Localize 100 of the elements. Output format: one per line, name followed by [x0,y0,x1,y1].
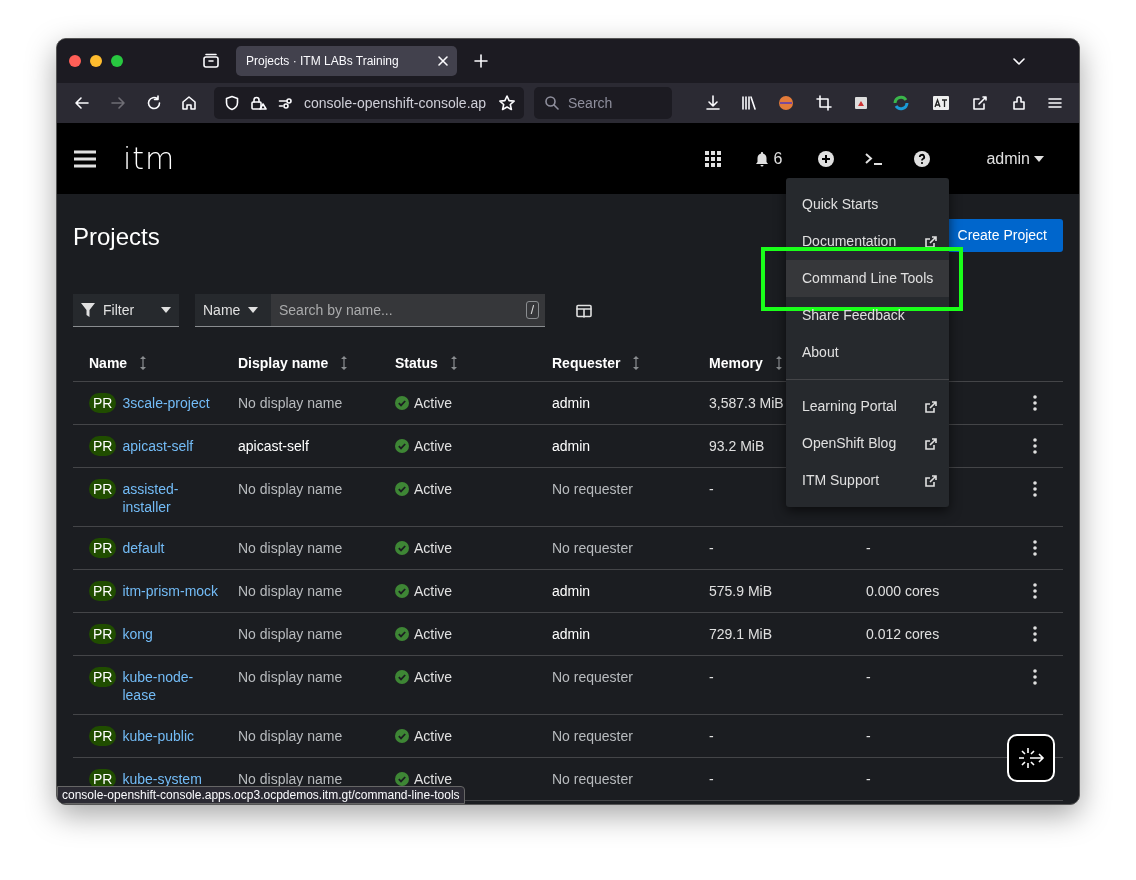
requester-name: No requester [552,481,633,497]
requester-name: admin [552,438,591,454]
memory-value: - [709,540,714,556]
search-placeholder: Search [568,93,613,113]
column-header[interactable]: Display name [238,353,329,373]
external-link-icon [925,400,937,413]
browser-tab[interactable]: Projects · ITM LABs Training [236,46,457,76]
display-name: No display name [238,626,343,642]
user-menu[interactable]: admin [986,146,1044,171]
requester-name: admin [552,395,591,411]
memory-value: - [709,728,714,744]
external-link-icon [925,437,937,450]
sort-icon[interactable] [449,356,458,370]
external-link-icon [925,235,937,248]
window-control-icon[interactable] [111,55,123,67]
notifications-button[interactable]: 6 [753,146,783,171]
quick-start-button[interactable] [1007,734,1055,782]
menu-item[interactable]: OpenShift Blog [786,425,949,462]
close-icon[interactable] [437,55,449,67]
status-text: Active [414,625,453,644]
check-circle-icon [395,541,409,555]
project-link[interactable]: assisted-installer [122,479,222,516]
cpu-value: 0.012 cores [866,626,940,642]
attribute-dropdown[interactable]: Name [195,294,271,327]
caret-icon [161,307,171,313]
column-header[interactable]: Requester [552,353,621,373]
cpu-value: - [866,771,871,787]
column-header[interactable]: Name [89,353,128,373]
display-name: No display name [238,669,343,685]
requester-name: admin [552,583,591,599]
memory-value: - [709,481,714,497]
menu-item[interactable]: Share Feedback [786,297,949,334]
filter-dropdown[interactable]: Filter [73,294,179,327]
menu-item[interactable]: About [786,334,949,371]
requester-name: No requester [552,669,633,685]
star-icon[interactable] [498,94,516,112]
project-link[interactable]: kube-public [122,726,195,745]
status-url-tooltip: console-openshift-console.apps.ocp3.ocpdemos.itm.gt/command-line-tools [57,786,465,804]
project-badge: PR [89,624,117,644]
project-link[interactable]: 3scale-project [122,393,210,412]
sort-icon[interactable] [632,356,641,370]
sort-icon[interactable] [139,356,148,370]
menu-item[interactable]: Command Line Tools [786,260,949,297]
window-control-icon[interactable] [90,55,102,67]
display-name: No display name [238,771,343,787]
display-name: No display name [238,728,343,744]
column-header[interactable]: Memory [709,353,763,373]
external-link-icon [925,474,937,487]
project-badge: PR [89,479,117,499]
column-header[interactable]: Status [395,353,438,373]
memory-value: - [709,669,714,685]
display-name: No display name [238,395,343,411]
status-text: Active [414,437,453,456]
check-circle-icon [395,772,409,786]
menu-item[interactable]: ITM Support [786,462,949,499]
lock-warning-icon [250,95,268,111]
memory-value: 3,587.3 MiB [709,395,784,411]
cpu-value: 0.000 cores [866,583,940,599]
status-text: Active [414,480,453,499]
project-badge: PR [89,436,117,456]
status-text: Active [414,668,453,687]
url-bar[interactable]: console-openshift-console.ap [214,87,524,119]
status-text: Active [414,727,453,746]
cpu-value: - [866,728,871,744]
project-link[interactable]: itm-prism-mock [122,581,219,600]
project-badge: PR [89,581,117,601]
project-link[interactable]: kube-system [122,769,202,788]
url-text: console-openshift-console.ap [304,93,488,113]
project-link[interactable]: kong [122,624,153,643]
project-link[interactable]: apicast-self [122,436,194,455]
sort-icon[interactable] [340,356,349,370]
logo[interactable]: itm [123,143,176,174]
window-control-icon[interactable] [69,55,81,67]
check-circle-icon [395,670,409,684]
project-badge: PR [89,538,117,558]
project-link[interactable]: default [122,538,165,557]
search-icon [544,95,560,111]
display-name: No display name [238,481,343,497]
cpu-value: - [866,669,871,685]
caret-icon [1034,155,1044,162]
check-circle-icon [395,627,409,641]
memory-value: 575.9 MiB [709,583,773,599]
memory-value: - [709,771,714,787]
bell-icon [753,150,770,167]
project-badge: PR [89,769,117,789]
check-circle-icon [395,729,409,743]
sort-icon[interactable] [774,356,783,370]
project-link[interactable]: kube-node-lease [122,667,222,704]
display-name: apicast-self [238,438,309,454]
status-text: Active [414,394,453,413]
check-circle-icon [395,396,409,410]
permissions-icon [278,95,294,111]
search-field[interactable]: Search [534,87,672,119]
menu-item[interactable]: Learning Portal [786,388,949,425]
project-badge: PR [89,726,117,746]
display-name: No display name [238,583,343,599]
filter-icon [81,303,95,317]
status-text: Active [414,539,453,558]
project-badge: PR [89,393,117,413]
memory-value: 729.1 MiB [709,626,773,642]
